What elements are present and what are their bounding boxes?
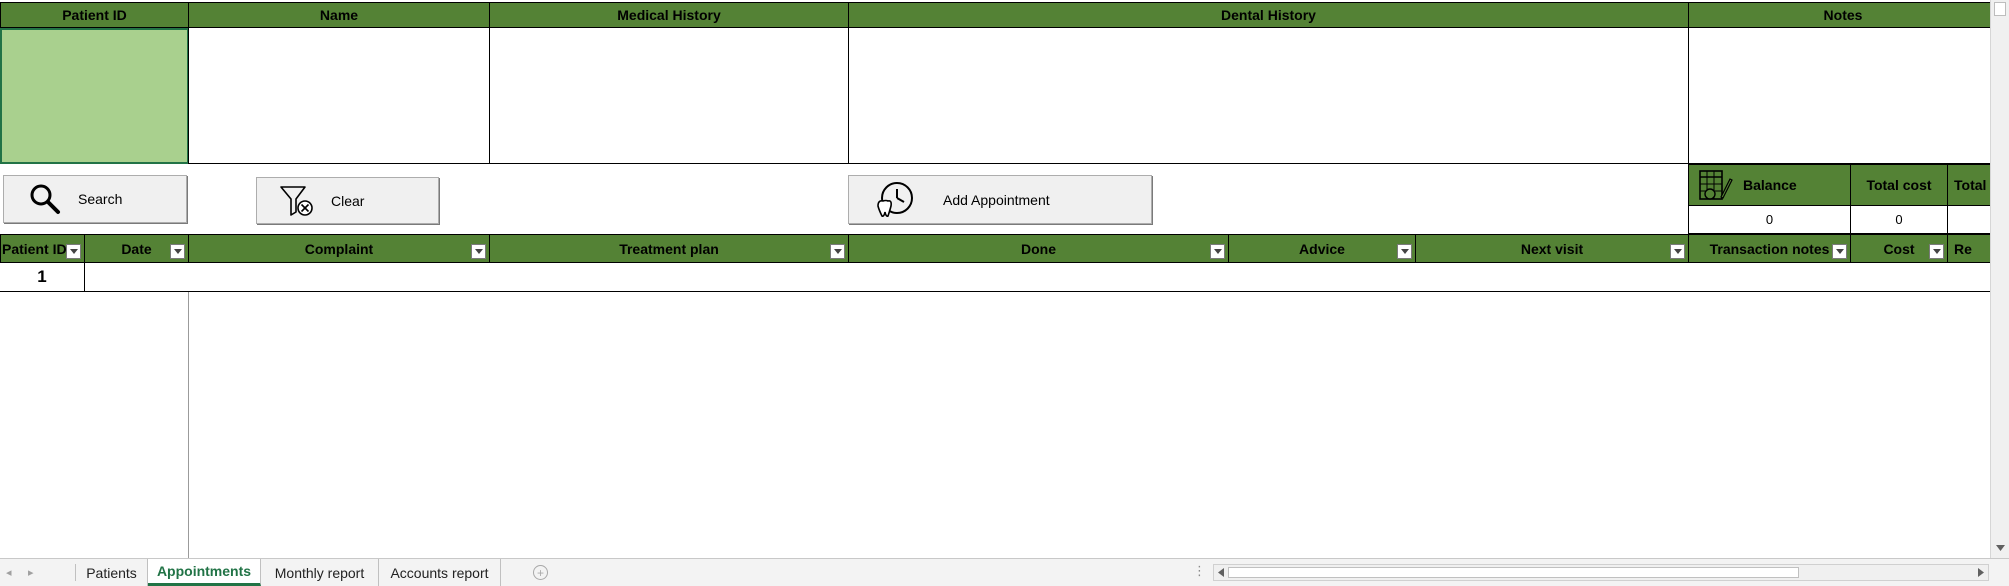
col-label-treatment-plan: Treatment plan <box>619 240 719 257</box>
col-header-advice: Advice <box>1228 234 1416 263</box>
col-label-date: Date <box>121 240 152 257</box>
table-cell-value: 1 <box>37 267 47 286</box>
col-label-advice: Advice <box>1299 240 1345 257</box>
table-cell-re[interactable] <box>1947 263 1990 292</box>
tab-label: Appointments <box>156 563 252 579</box>
table-cell-patient-id[interactable]: 1 <box>0 263 85 292</box>
col-label-done: Done <box>1021 240 1056 257</box>
table-cell-done[interactable] <box>848 263 1229 292</box>
notes-header-label: Notes <box>1823 7 1863 23</box>
balance-header: Balance <box>1688 164 1851 206</box>
tab-accounts-report[interactable]: Accounts report <box>379 559 501 586</box>
ledger-calculator-icon <box>1699 170 1733 200</box>
balance-label: Balance <box>1743 177 1797 193</box>
tooth-clock-icon <box>877 181 913 217</box>
table-cell-treatment-plan[interactable] <box>489 263 849 292</box>
col-header-complaint: Complaint <box>188 234 490 263</box>
filter-dropdown-button[interactable] <box>1670 244 1685 259</box>
add-appointment-button-label: Add Appointment <box>943 191 1050 208</box>
tab-patients[interactable]: Patients <box>76 559 148 586</box>
worksheet[interactable]: Patient ID Name Medical History Dental H… <box>0 0 1990 558</box>
total-cost-value: 0 <box>1895 212 1903 227</box>
col-label-patient-id: Patient ID <box>2 240 67 257</box>
total-value-cell[interactable] <box>1947 206 1990 234</box>
notes-input-cell[interactable] <box>1688 28 1990 164</box>
vertical-scrollbar[interactable] <box>1990 0 2009 558</box>
clear-button[interactable]: Clear <box>256 177 439 224</box>
search-icon <box>30 184 60 214</box>
filter-dropdown-button[interactable] <box>1832 244 1847 259</box>
vertical-scroll-thumb[interactable] <box>1994 2 2006 16</box>
table-cell-transaction-notes[interactable] <box>1688 263 1851 292</box>
total-label: Total <box>1954 177 1987 193</box>
balance-value-cell[interactable]: 0 <box>1688 206 1851 234</box>
clear-button-label: Clear <box>331 192 365 209</box>
notes-header: Notes <box>1688 2 1990 28</box>
col-header-date: Date <box>84 234 189 263</box>
tab-label: Patients <box>86 564 137 581</box>
table-cell-advice[interactable] <box>1228 263 1416 292</box>
scroll-left-arrow-icon[interactable] <box>1215 566 1227 579</box>
table-cell-next-visit[interactable] <box>1415 263 1689 292</box>
col-label-re: Re <box>1954 240 1972 257</box>
freeze-pane-divider <box>188 292 189 558</box>
col-header-transaction-notes: Transaction notes <box>1688 234 1851 263</box>
medical-history-header-label: Medical History <box>617 7 721 23</box>
horizontal-scrollbar[interactable] <box>1213 564 1989 581</box>
name-header: Name <box>188 2 490 28</box>
col-header-treatment-plan: Treatment plan <box>489 234 849 263</box>
add-appointment-button[interactable]: Add Appointment <box>848 175 1152 224</box>
col-header-next-visit: Next visit <box>1415 234 1689 263</box>
total-cost-label: Total cost <box>1866 177 1932 193</box>
tab-label: Accounts report <box>390 564 489 581</box>
total-cost-value-cell[interactable]: 0 <box>1850 206 1948 234</box>
medical-history-input-cell[interactable] <box>489 28 849 164</box>
scroll-down-arrow-icon[interactable] <box>1991 540 2009 556</box>
dental-history-header-label: Dental History <box>1221 7 1316 23</box>
filter-dropdown-button[interactable] <box>1210 244 1225 259</box>
table-cell-cost[interactable] <box>1850 263 1948 292</box>
balance-value: 0 <box>1765 212 1774 227</box>
filter-dropdown-button[interactable] <box>170 244 185 259</box>
total-header: Total <box>1947 164 1990 206</box>
filter-dropdown-button[interactable] <box>471 244 486 259</box>
tab-appointments[interactable]: Appointments <box>148 559 261 586</box>
total-cost-header: Total cost <box>1850 164 1948 206</box>
search-button[interactable]: Search <box>3 175 187 223</box>
splitter-handle-icon[interactable]: ⋮ <box>1193 563 1206 579</box>
clear-filter-icon <box>280 185 313 216</box>
patient-id-header: Patient ID <box>0 2 189 28</box>
patient-id-header-label: Patient ID <box>62 7 127 23</box>
col-label-next-visit: Next visit <box>1520 240 1584 257</box>
tab-scroll-right-icon[interactable]: ▸ <box>28 566 34 579</box>
tab-monthly-report[interactable]: Monthly report <box>261 559 379 586</box>
col-header-patient-id: Patient ID <box>0 234 85 263</box>
scroll-right-arrow-icon[interactable] <box>1975 566 1987 579</box>
name-header-label: Name <box>319 7 359 23</box>
search-button-label: Search <box>78 191 123 207</box>
tab-scroll-left-icon[interactable]: ◂ <box>6 566 12 579</box>
col-header-done: Done <box>848 234 1229 263</box>
table-cell-date[interactable] <box>84 263 189 292</box>
col-label-cost: Cost <box>1883 240 1915 257</box>
col-header-re: Re <box>1947 234 1990 263</box>
table-cell-complaint[interactable] <box>188 263 490 292</box>
tab-label: Monthly report <box>274 564 365 581</box>
filter-dropdown-button[interactable] <box>66 244 81 259</box>
patient-id-input-cell[interactable] <box>0 28 189 164</box>
medical-history-header: Medical History <box>489 2 849 28</box>
filter-dropdown-button[interactable] <box>1397 244 1412 259</box>
col-header-cost: Cost <box>1850 234 1948 263</box>
horizontal-scroll-thumb[interactable] <box>1228 567 1799 578</box>
name-input-cell[interactable] <box>188 28 490 164</box>
sheet-tab-bar: ◂ ▸ Patients Appointments Monthly report… <box>0 558 2009 586</box>
col-label-transaction-notes: Transaction notes <box>1709 240 1830 257</box>
new-sheet-plus-icon[interactable]: + <box>533 565 548 580</box>
filter-dropdown-button[interactable] <box>830 244 845 259</box>
col-label-complaint: Complaint <box>304 240 374 257</box>
dental-history-header: Dental History <box>848 2 1689 28</box>
dental-history-input-cell[interactable] <box>848 28 1689 164</box>
filter-dropdown-button[interactable] <box>1929 244 1944 259</box>
